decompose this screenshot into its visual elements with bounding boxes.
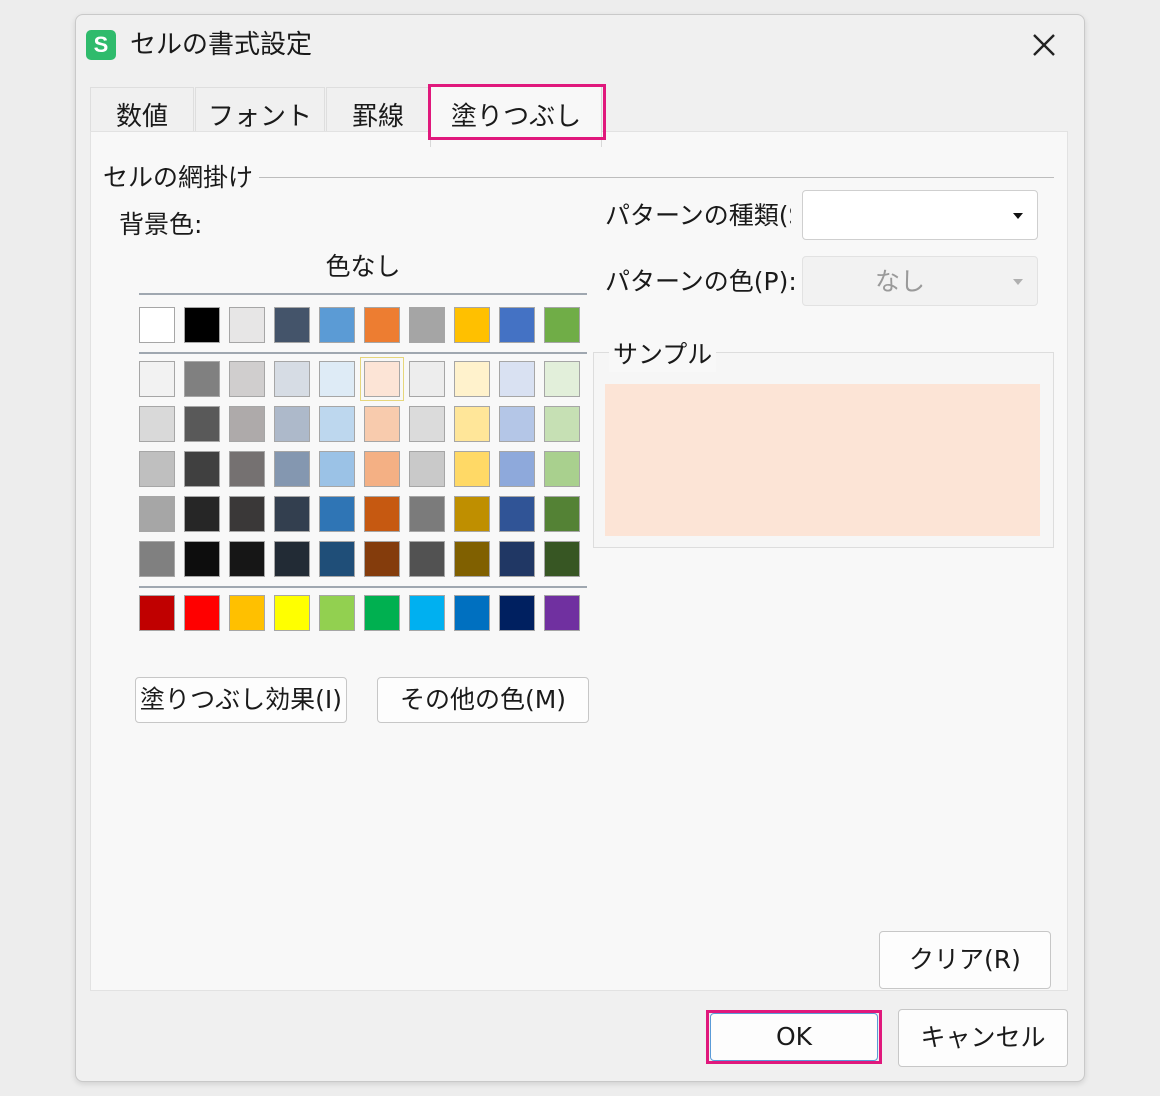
tab-fill[interactable]: 塗りつぶし bbox=[430, 85, 602, 147]
theme-tint-swatch-3[interactable] bbox=[229, 496, 265, 532]
standard-color-swatch[interactable] bbox=[274, 595, 310, 631]
theme-tint-swatch-2[interactable] bbox=[139, 451, 175, 487]
standard-color-swatch[interactable] bbox=[364, 595, 400, 631]
theme-tint-swatch-4[interactable] bbox=[319, 541, 355, 577]
theme-tint-swatch-3[interactable] bbox=[544, 496, 580, 532]
theme-color-swatch[interactable] bbox=[184, 307, 220, 343]
theme-tint-swatch-2[interactable] bbox=[499, 451, 535, 487]
no-color-button[interactable]: 色なし bbox=[139, 244, 587, 290]
pattern-color-value: なし bbox=[874, 267, 925, 296]
palette-divider bbox=[139, 293, 587, 295]
theme-tint-swatch-4[interactable] bbox=[409, 541, 445, 577]
theme-tint-swatch-0[interactable] bbox=[499, 361, 535, 397]
theme-tint-swatch-2[interactable] bbox=[274, 451, 310, 487]
theme-tint-swatch-0[interactable] bbox=[319, 361, 355, 397]
pattern-color-label: パターンの色(P): bbox=[605, 267, 797, 296]
cancel-button[interactable]: キャンセル bbox=[898, 1009, 1068, 1067]
theme-tint-swatch-1[interactable] bbox=[544, 406, 580, 442]
standard-color-swatch[interactable] bbox=[544, 595, 580, 631]
palette-divider bbox=[139, 586, 587, 588]
theme-tint-swatch-0[interactable] bbox=[274, 361, 310, 397]
theme-color-swatch[interactable] bbox=[229, 307, 265, 343]
theme-tint-swatch-4[interactable] bbox=[454, 541, 490, 577]
theme-tint-swatch-1[interactable] bbox=[409, 406, 445, 442]
theme-color-swatch[interactable] bbox=[409, 307, 445, 343]
sample-preview bbox=[605, 384, 1040, 536]
theme-tint-swatch-4[interactable] bbox=[364, 541, 400, 577]
theme-tint-swatch-3[interactable] bbox=[274, 496, 310, 532]
theme-tint-swatch-4[interactable] bbox=[229, 541, 265, 577]
group-divider bbox=[251, 177, 1054, 178]
theme-tint-swatch-3[interactable] bbox=[454, 496, 490, 532]
theme-color-swatch[interactable] bbox=[139, 307, 175, 343]
format-cells-dialog: S セルの書式設定 数値 フォント 罫線 セルの網掛け 背景色: 色なし 塗りつ… bbox=[75, 14, 1085, 1082]
ok-button[interactable]: OK bbox=[710, 1013, 878, 1061]
theme-color-swatch[interactable] bbox=[364, 307, 400, 343]
theme-color-swatch[interactable] bbox=[499, 307, 535, 343]
background-color-label: 背景色: bbox=[119, 210, 203, 239]
theme-tint-swatch-1[interactable] bbox=[139, 406, 175, 442]
standard-color-swatch[interactable] bbox=[229, 595, 265, 631]
theme-tint-swatch-3[interactable] bbox=[184, 496, 220, 532]
theme-tint-swatch-3[interactable] bbox=[499, 496, 535, 532]
theme-color-swatch[interactable] bbox=[454, 307, 490, 343]
theme-tint-swatch-2[interactable] bbox=[364, 451, 400, 487]
fill-panel: セルの網掛け 背景色: 色なし 塗りつぶし効果(I) その他の色(M) パターン… bbox=[90, 131, 1068, 991]
theme-tint-swatch-3[interactable] bbox=[319, 496, 355, 532]
theme-tint-swatch-1[interactable] bbox=[184, 406, 220, 442]
standard-color-swatch[interactable] bbox=[409, 595, 445, 631]
theme-tint-swatch-2[interactable] bbox=[319, 451, 355, 487]
theme-tint-swatch-0[interactable] bbox=[409, 361, 445, 397]
theme-tint-swatch-2[interactable] bbox=[409, 451, 445, 487]
theme-tint-swatch-1[interactable] bbox=[454, 406, 490, 442]
clear-button[interactable]: クリア(R) bbox=[879, 931, 1051, 989]
sample-label: サンプル bbox=[609, 338, 717, 372]
theme-tint-swatch-4[interactable] bbox=[139, 541, 175, 577]
theme-tint-swatch-4[interactable] bbox=[274, 541, 310, 577]
dropdown-arrow-icon bbox=[1013, 213, 1023, 219]
app-icon: S bbox=[86, 30, 116, 60]
pattern-style-label: パターンの種類(S bbox=[605, 201, 791, 230]
theme-tint-swatch-3[interactable] bbox=[139, 496, 175, 532]
theme-tint-swatch-1[interactable] bbox=[364, 406, 400, 442]
standard-color-swatch[interactable] bbox=[499, 595, 535, 631]
dropdown-arrow-icon bbox=[1013, 279, 1023, 285]
theme-color-swatch[interactable] bbox=[319, 307, 355, 343]
theme-tint-swatch-3[interactable] bbox=[364, 496, 400, 532]
theme-tint-swatch-2[interactable] bbox=[454, 451, 490, 487]
theme-color-swatch[interactable] bbox=[274, 307, 310, 343]
theme-tint-swatch-1[interactable] bbox=[319, 406, 355, 442]
standard-color-swatch[interactable] bbox=[454, 595, 490, 631]
theme-tint-swatch-1[interactable] bbox=[274, 406, 310, 442]
pattern-style-select[interactable] bbox=[802, 190, 1038, 240]
theme-tint-swatch-3[interactable] bbox=[409, 496, 445, 532]
theme-tint-swatch-0[interactable] bbox=[184, 361, 220, 397]
theme-tint-swatch-4[interactable] bbox=[499, 541, 535, 577]
pattern-color-select[interactable]: なし bbox=[802, 256, 1038, 306]
theme-tint-swatch-2[interactable] bbox=[229, 451, 265, 487]
standard-color-swatch[interactable] bbox=[184, 595, 220, 631]
dialog-title: セルの書式設定 bbox=[130, 30, 313, 60]
more-colors-button[interactable]: その他の色(M) bbox=[377, 677, 589, 723]
theme-tint-swatch-0[interactable] bbox=[360, 357, 404, 401]
group-label-shading: セルの網掛け bbox=[103, 161, 260, 195]
theme-color-swatch[interactable] bbox=[544, 307, 580, 343]
title-bar: S セルの書式設定 bbox=[76, 15, 1084, 73]
close-button[interactable] bbox=[1022, 23, 1066, 67]
theme-tint-swatch-0[interactable] bbox=[454, 361, 490, 397]
fill-effects-button[interactable]: 塗りつぶし効果(I) bbox=[135, 677, 347, 723]
theme-tint-swatch-4[interactable] bbox=[184, 541, 220, 577]
palette-divider bbox=[139, 352, 587, 354]
theme-tint-swatch-0[interactable] bbox=[139, 361, 175, 397]
theme-tint-swatch-4[interactable] bbox=[544, 541, 580, 577]
theme-tint-swatch-1[interactable] bbox=[229, 406, 265, 442]
theme-tint-swatch-1[interactable] bbox=[499, 406, 535, 442]
close-icon bbox=[1033, 34, 1055, 56]
theme-tint-swatch-2[interactable] bbox=[184, 451, 220, 487]
theme-tint-swatch-0[interactable] bbox=[229, 361, 265, 397]
standard-color-swatch[interactable] bbox=[319, 595, 355, 631]
theme-tint-swatch-2[interactable] bbox=[544, 451, 580, 487]
standard-color-swatch[interactable] bbox=[139, 595, 175, 631]
theme-tint-swatch-0[interactable] bbox=[544, 361, 580, 397]
